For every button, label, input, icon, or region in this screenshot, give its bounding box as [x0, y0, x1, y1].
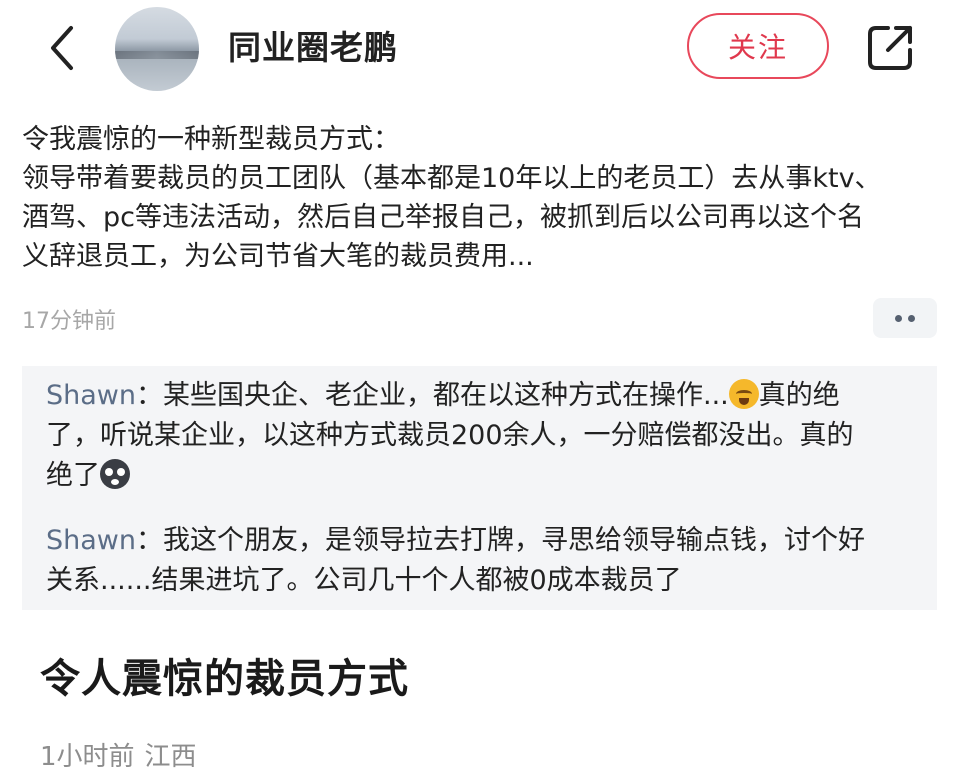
article-time: 1小时前 — [40, 742, 135, 772]
post-timestamp: 17分钟前 — [22, 309, 116, 334]
comment-text: 绝了 — [46, 460, 100, 491]
more-dots-icon — [895, 314, 902, 322]
comment-item[interactable]: Shawn：某些国央企、老企业，都在以这种方式在操作... 真的绝 了，听说某企业… — [46, 376, 916, 496]
comments-box: Shawn：某些国央企、老企业，都在以这种方式在操作... 真的绝 了，听说某企业… — [22, 366, 937, 610]
shocked-face-emoji — [100, 459, 130, 489]
comment-line: Shawn：某些国央企、老企业，都在以这种方式在操作... 真的绝 — [46, 376, 916, 416]
chevron-left-icon — [51, 26, 73, 70]
commenter-name[interactable]: Shawn — [46, 525, 136, 556]
avatar-horizon — [115, 51, 199, 59]
comment-text: 真的绝 — [758, 380, 840, 411]
post-line: 酒驾、pc等违法活动，然后自己举报自己，被抓到后以公司再以这个名 — [22, 202, 864, 233]
comment-item[interactable]: Shawn：我这个朋友，是领导拉去打牌，寻思给领导输点钱，讨个好 关系.....… — [46, 521, 916, 601]
more-dots-icon — [908, 314, 915, 322]
post-body: 令我震惊的一种新型裁员方式： 领导带着要裁员的员工团队（基本都是10年以上的老员… — [22, 120, 942, 276]
more-options-button[interactable] — [873, 298, 937, 338]
post-line: 义辞退员工，为公司节省大笔的裁员费用... — [22, 241, 534, 272]
post-line: 领导带着要裁员的员工团队（基本都是10年以上的老员工）去从事ktv、 — [22, 163, 882, 194]
comment-text: ：某些国央企、老企业，都在以这种方式在操作... — [136, 380, 729, 411]
post-line: 令我震惊的一种新型裁员方式： — [22, 124, 400, 155]
crying-laughing-emoji — [728, 379, 759, 409]
comment-text: ：我这个朋友，是领导拉去打牌，寻思给领导输点钱，讨个好 — [136, 525, 865, 556]
comment-line: 关系......结果进坑了。公司几十个人都被0成本裁员了 — [46, 565, 682, 596]
comment-line: 了，听说某企业，以这种方式裁员200余人，一分赔偿都没出。真的 — [46, 420, 854, 451]
comment-line: 绝了 — [46, 456, 916, 496]
page: 同业圈老鹏 关注 令我震惊的一种新型裁员方式： 领导带着要裁员的员工团队（基本都… — [0, 0, 963, 774]
share-external-icon — [868, 26, 912, 70]
article-location: 江西 — [144, 742, 197, 772]
article-title[interactable]: 令人震惊的裁员方式 — [40, 652, 409, 706]
author-avatar[interactable] — [115, 7, 199, 91]
comment-line: Shawn：我这个朋友，是领导拉去打牌，寻思给领导输点钱，讨个好 — [46, 521, 916, 561]
follow-button[interactable]: 关注 — [687, 13, 829, 79]
article-meta: 1小时前 江西 — [40, 740, 197, 774]
post-header: 同业圈老鹏 关注 — [0, 0, 963, 96]
commenter-name[interactable]: Shawn — [46, 380, 136, 411]
author-name[interactable]: 同业圈老鹏 — [228, 26, 398, 70]
share-button[interactable] — [862, 20, 918, 76]
back-button[interactable] — [40, 24, 84, 72]
